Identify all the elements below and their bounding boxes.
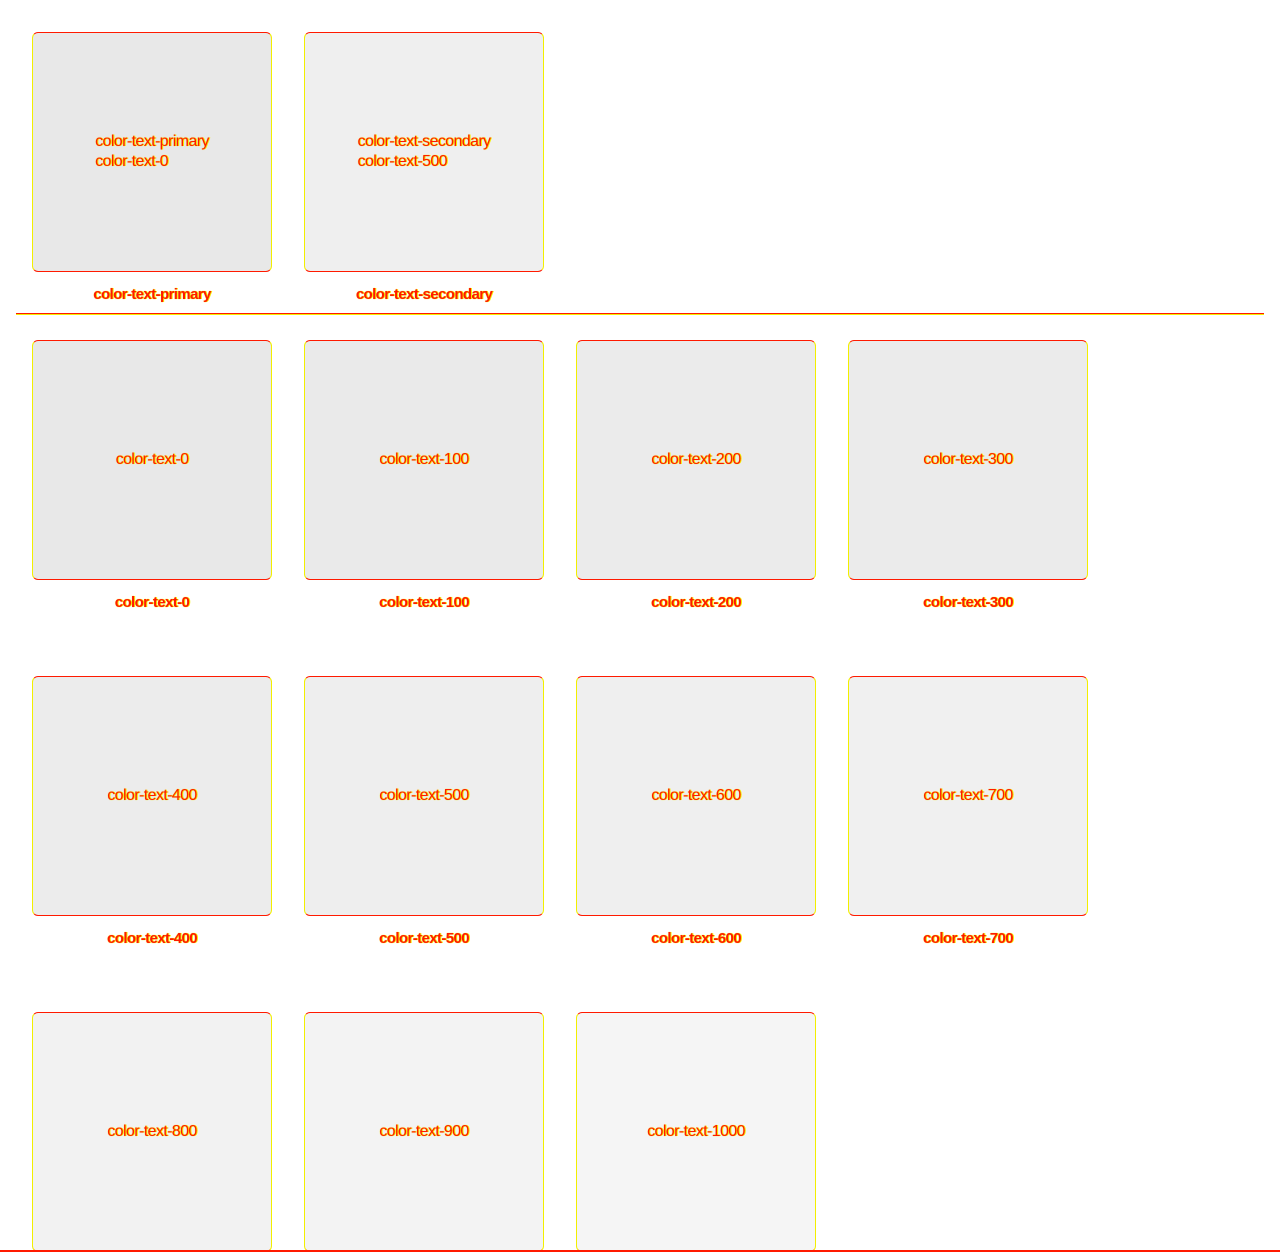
swatch-label: color-text-secondary color-text-500 [357,132,492,172]
swatch-caption: color-text-100 [379,594,470,611]
swatch-caption: color-text-600 [651,930,742,947]
swatch-secondary: color-text-secondary color-text-500 [304,32,544,272]
color-swatch-page: color-text-primary color-text-0 color-te… [0,0,1280,1253]
swatch-label: color-text-500 [379,787,469,804]
swatch-label: color-text-800 [107,1123,197,1140]
swatch-label: color-text-700 [923,787,1013,804]
swatch-cell: color-text-800 color-text-800 [32,1012,272,1253]
swatch-label-line: color-text-secondary [357,133,492,150]
swatch-label: color-text-900 [379,1123,469,1140]
swatch-label: color-text-primary color-text-0 [95,132,209,172]
swatch-cell: color-text-400 color-text-400 [32,676,272,948]
swatch: color-text-200 [576,340,816,580]
swatch-caption: color-text-200 [651,594,742,611]
swatch-label-line: color-text-primary [95,133,209,150]
swatch: color-text-0 [32,340,272,580]
swatch-label: color-text-400 [107,787,197,804]
swatch-label: color-text-100 [379,451,469,468]
token-section: color-text-0 color-text-0 color-text-100… [0,308,1088,1253]
swatch-cell-primary: color-text-primary color-text-0 color-te… [32,32,272,304]
swatch-cell: color-text-700 color-text-700 [848,676,1088,948]
swatch: color-text-800 [32,1012,272,1252]
swatch-caption: color-text-500 [379,930,470,947]
swatch: color-text-100 [304,340,544,580]
swatch-cell: color-text-600 color-text-600 [576,676,816,948]
swatch-cell: color-text-200 color-text-200 [576,340,816,612]
swatch-caption: color-text-700 [923,930,1014,947]
swatch-caption: color-text-0 [114,594,190,611]
swatch-cell-secondary: color-text-secondary color-text-500 colo… [304,32,544,304]
swatch: color-text-400 [32,676,272,916]
swatch-primary: color-text-primary color-text-0 [32,32,272,272]
swatch: color-text-1000 [576,1012,816,1252]
swatch: color-text-600 [576,676,816,916]
swatch: color-text-300 [848,340,1088,580]
swatch-cell: color-text-900 color-text-900 [304,1012,544,1253]
alias-section: color-text-primary color-text-0 color-te… [0,0,1280,304]
swatch-label: color-text-300 [923,451,1013,468]
swatch-caption: color-text-primary [93,286,211,303]
swatch-cell: color-text-1000 color-text-1000 [576,1012,816,1253]
swatch-caption: color-text-400 [107,930,198,947]
swatch-label-line: color-text-500 [357,153,448,170]
swatch-cell: color-text-300 color-text-300 [848,340,1088,612]
swatch-caption: color-text-300 [923,594,1014,611]
swatch: color-text-500 [304,676,544,916]
swatch-caption: color-text-secondary [355,286,493,303]
swatch-label: color-text-200 [651,451,741,468]
swatch: color-text-900 [304,1012,544,1252]
swatch-label: color-text-600 [651,787,741,804]
swatch-label: color-text-1000 [647,1123,745,1140]
swatch-cell: color-text-0 color-text-0 [32,340,272,612]
swatch-cell: color-text-500 color-text-500 [304,676,544,948]
swatch-cell: color-text-100 color-text-100 [304,340,544,612]
swatch-label: color-text-0 [115,451,189,468]
swatch: color-text-700 [848,676,1088,916]
swatch-label-line: color-text-0 [95,153,168,170]
bottom-divider [0,1250,1280,1252]
